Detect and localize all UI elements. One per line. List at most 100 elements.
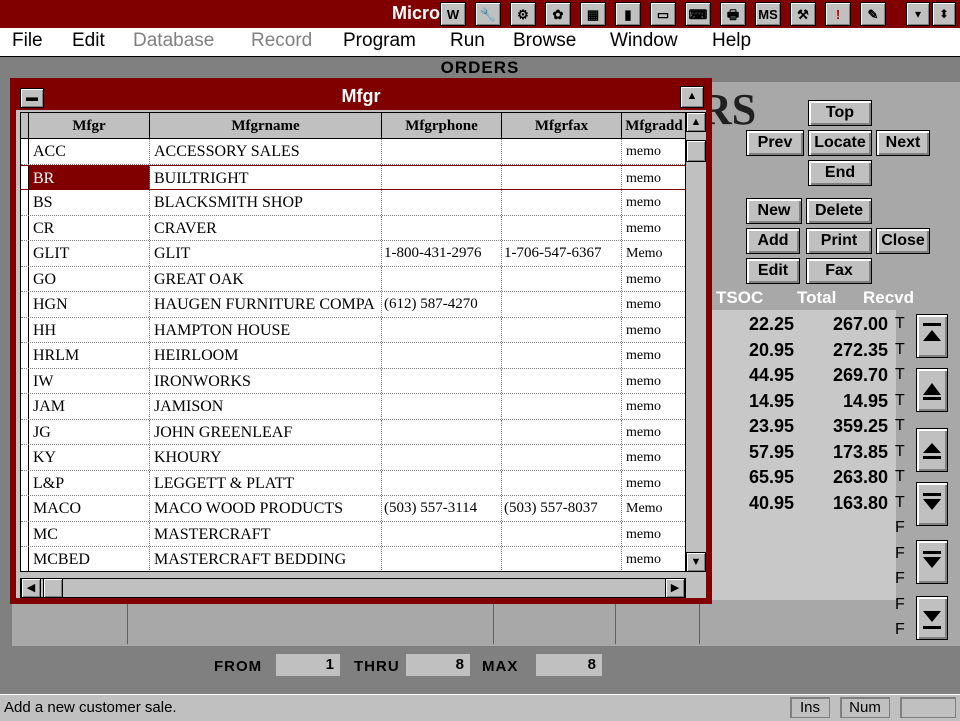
mfgr-code-cell[interactable]: JAM <box>29 394 150 419</box>
mfgr-phone-cell[interactable]: 1-800-431-2976 <box>382 241 502 266</box>
end-button[interactable]: End <box>808 160 872 186</box>
monitor-icon[interactable]: ▭ <box>650 2 676 26</box>
mfgr-phone-cell[interactable] <box>382 368 502 393</box>
prev-button[interactable]: Prev <box>746 130 804 156</box>
mfgr-address-cell[interactable]: memo <box>622 318 685 343</box>
mfgr-address-cell[interactable]: memo <box>622 471 685 496</box>
system-menu-button[interactable]: ▬ <box>20 88 44 108</box>
scroll-up-button[interactable] <box>916 428 948 472</box>
table-row[interactable]: ACC ACCESSORY SALES memo <box>21 139 685 165</box>
scroll-page-down-button[interactable] <box>916 540 948 584</box>
table-row[interactable]: MCBED MASTERCRAFT BEDDING memo <box>21 547 685 571</box>
mfgr-phone-cell[interactable] <box>382 419 502 444</box>
mfgr-fax-cell[interactable]: 1-706-547-6367 <box>502 241 622 266</box>
locate-button[interactable]: Locate <box>808 130 872 156</box>
row-marker[interactable] <box>21 139 29 164</box>
mfgr-fax-cell[interactable] <box>502 139 622 164</box>
scroll-down-button[interactable] <box>916 482 948 526</box>
table-row[interactable]: MACO MACO WOOD PRODUCTS (503) 557-3114 (503… <box>21 496 685 522</box>
exclamation-icon[interactable]: ! <box>825 2 851 26</box>
mfgr-title-bar[interactable]: Mfgr ▬ ▲ <box>16 84 706 110</box>
mfgr-phone-cell[interactable]: (503) 557-3114 <box>382 496 502 521</box>
mfgr-name-cell[interactable]: MACO WOOD PRODUCTS <box>150 496 382 521</box>
mfgr-code-cell[interactable]: HRLM <box>29 343 150 368</box>
mfgr-code-cell[interactable]: L&P <box>29 470 150 495</box>
mfgr-address-cell[interactable]: memo <box>622 292 685 317</box>
mfgr-code-cell[interactable]: BR <box>29 165 150 189</box>
mfgr-column-header[interactable]: Mfgr <box>29 113 150 139</box>
mfgr-phone-cell[interactable] <box>382 470 502 495</box>
table-row[interactable]: KY KHOURY memo <box>21 445 685 471</box>
mfgr-address-cell[interactable]: Memo <box>622 241 685 266</box>
mfgr-phone-cell[interactable] <box>382 343 502 368</box>
mfgr-phone-cell[interactable] <box>382 445 502 470</box>
mfgr-code-cell[interactable]: CR <box>29 215 150 240</box>
mfgr-address-cell[interactable]: memo <box>622 343 685 368</box>
row-marker[interactable] <box>21 241 29 266</box>
mfgr-phone-cell[interactable] <box>382 266 502 291</box>
scroll-right-arrow-icon[interactable]: ▶ <box>665 578 685 598</box>
mfgr-code-cell[interactable]: IW <box>29 368 150 393</box>
mfgr-name-cell[interactable]: BLACKSMITH SHOP <box>150 190 382 215</box>
table-row[interactable]: CR CRAVER memo <box>21 215 685 241</box>
mfgr-code-cell[interactable]: HGN <box>29 292 150 317</box>
print-button[interactable]: Print <box>806 228 872 254</box>
printer-icon[interactable]: 🖶 <box>720 2 746 26</box>
mfgr-address-cell[interactable]: memo <box>622 166 685 190</box>
mfgr-name-cell[interactable]: JAMISON <box>150 394 382 419</box>
butterfly-icon[interactable]: ✿ <box>545 2 571 26</box>
scroll-top-button[interactable] <box>916 314 948 358</box>
scroll-down-arrow-icon[interactable]: ▼ <box>686 552 706 572</box>
edit-button[interactable]: Edit <box>746 258 800 284</box>
menu-window[interactable]: Window <box>610 30 678 52</box>
table-row[interactable]: IW IRONWORKS memo <box>21 368 685 394</box>
mfgr-name-cell[interactable]: JOHN GREENLEAF <box>150 419 382 444</box>
mfgr-fax-cell[interactable] <box>502 394 622 419</box>
mfgr-code-cell[interactable]: HH <box>29 317 150 342</box>
scroll-bottom-button[interactable] <box>916 596 948 640</box>
table-row[interactable]: GLIT GLIT 1-800-431-2976 1-706-547-6367 Memo <box>21 241 685 267</box>
mfgr-phone-cell[interactable] <box>382 190 502 215</box>
wrench-icon[interactable]: 🔧 <box>475 2 501 26</box>
mfgr-name-cell[interactable]: BUILTRIGHT <box>150 165 382 189</box>
menu-browse[interactable]: Browse <box>513 30 576 52</box>
row-marker[interactable] <box>21 215 29 240</box>
fax-button[interactable]: Fax <box>806 258 872 284</box>
mfgrphone-column-header[interactable]: Mfgrphone <box>382 113 502 139</box>
mfgr-fax-cell[interactable] <box>502 190 622 215</box>
menu-program[interactable]: Program <box>343 30 416 52</box>
edit-icon[interactable]: ✎ <box>860 2 886 26</box>
mfgr-code-cell[interactable]: JG <box>29 419 150 444</box>
mfgr-code-cell[interactable]: MC <box>29 521 150 546</box>
mfgr-address-cell[interactable]: memo <box>622 139 685 164</box>
new-button[interactable]: New <box>746 198 802 224</box>
mfgr-fax-cell[interactable] <box>502 215 622 240</box>
mfgr-name-cell[interactable]: HEIRLOOM <box>150 343 382 368</box>
mfgr-fax-cell[interactable] <box>502 521 622 546</box>
chart-icon[interactable]: ⚙ <box>510 2 536 26</box>
scroll-left-arrow-icon[interactable]: ◀ <box>21 578 41 598</box>
mfgr-address-cell[interactable]: memo <box>622 369 685 394</box>
mfgr-fax-cell[interactable] <box>502 445 622 470</box>
mfgr-phone-cell[interactable] <box>382 215 502 240</box>
row-marker[interactable] <box>21 496 29 521</box>
mfgr-code-cell[interactable]: ACC <box>29 139 150 164</box>
row-marker[interactable] <box>21 445 29 470</box>
add-button[interactable]: Add <box>746 228 800 254</box>
mfgraddress-column-header[interactable]: Mfgradd <box>622 113 685 139</box>
row-marker[interactable] <box>21 317 29 342</box>
mfgr-fax-cell[interactable] <box>502 165 622 189</box>
mfgr-fax-cell[interactable] <box>502 419 622 444</box>
restore-button[interactable]: ⬍ <box>932 2 956 26</box>
mfgr-fax-cell[interactable] <box>502 292 622 317</box>
mfgr-address-cell[interactable]: memo <box>622 547 685 571</box>
mfgr-fax-cell[interactable] <box>502 317 622 342</box>
mfgr-phone-cell[interactable] <box>382 139 502 164</box>
table-row[interactable]: JAM JAMISON memo <box>21 394 685 420</box>
next-button[interactable]: Next <box>876 130 930 156</box>
grid-icon[interactable]: ▦ <box>580 2 606 26</box>
table-row[interactable]: GO GREAT OAK memo <box>21 266 685 292</box>
mfgr-address-cell[interactable]: Memo <box>622 496 685 521</box>
row-marker[interactable] <box>21 394 29 419</box>
mfgr-phone-cell[interactable] <box>382 165 502 189</box>
